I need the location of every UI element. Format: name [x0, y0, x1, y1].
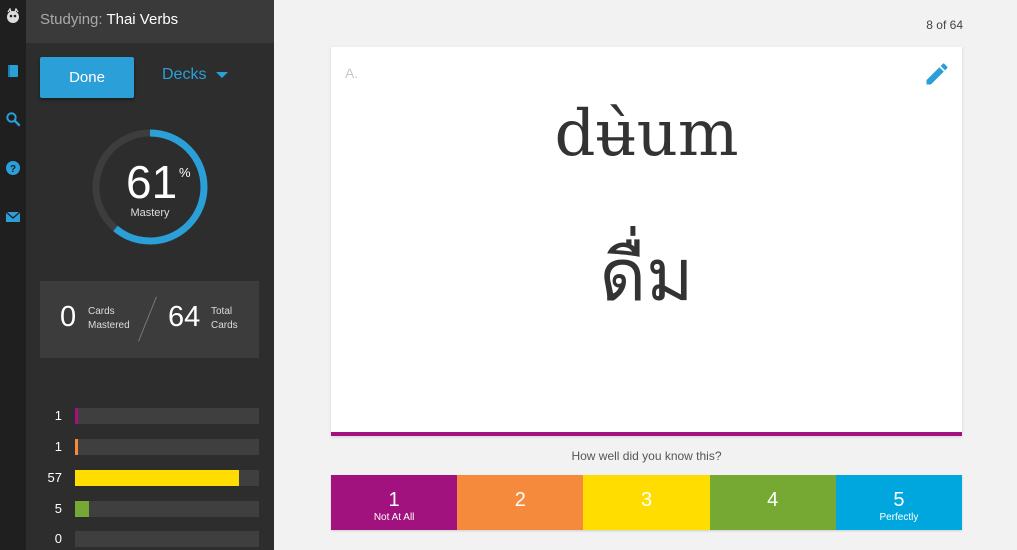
mastered-count: 0 — [60, 301, 77, 333]
total-label: Total Cards — [211, 305, 238, 333]
card-side-label: A. — [345, 65, 359, 81]
confidence-count: 1 — [54, 408, 62, 423]
rating-button-2[interactable]: 2 — [457, 475, 584, 530]
confidence-bar-row: 1 — [26, 439, 274, 455]
confidence-count: 57 — [47, 470, 62, 485]
icon-rail: ? — [0, 0, 26, 550]
confidence-track — [75, 470, 259, 486]
total-label-line1: Total — [211, 306, 233, 317]
card-transliteration: dʉ̀um — [554, 97, 739, 171]
confidence-fill — [75, 408, 79, 424]
flashcard[interactable]: A. dʉ̀um ดื่ม — [331, 47, 962, 436]
studying-label: Studying: — [40, 11, 103, 28]
rating-question: How well did you know this? — [571, 449, 722, 463]
confidence-count: 0 — [54, 531, 62, 546]
confidence-track — [75, 501, 259, 517]
rating-number: 4 — [767, 489, 779, 511]
rating-number: 5 — [893, 489, 905, 511]
rating-label: Not At All — [373, 512, 415, 523]
confidence-track — [75, 439, 259, 455]
decks-dropdown[interactable]: Decks — [162, 66, 229, 84]
decks-label: Decks — [162, 66, 207, 83]
logo-icon[interactable] — [3, 6, 23, 26]
confidence-bar-row: 5 — [26, 501, 274, 517]
pencil-icon[interactable] — [923, 60, 951, 88]
done-button[interactable]: Done — [40, 57, 134, 98]
confidence-bar-row: 57 — [26, 470, 274, 486]
confidence-fill — [75, 470, 239, 486]
card-counter: 8 of 64 — [926, 18, 963, 32]
confidence-bar-row: 0 — [26, 531, 274, 547]
confidence-track — [75, 531, 259, 547]
search-icon[interactable] — [3, 109, 23, 129]
sidebar-header: Studying: Thai Verbs — [26, 0, 274, 43]
mastery-percent: 61 — [126, 156, 178, 208]
mastery-percent-sign: % — [179, 165, 191, 180]
mastered-label: Cards Mastered — [88, 305, 130, 333]
rating-button-1[interactable]: 1 Not At All — [331, 475, 458, 530]
help-icon[interactable]: ? — [3, 158, 23, 178]
svg-text:?: ? — [10, 164, 16, 175]
studying-title: Studying: Thai Verbs — [40, 11, 178, 28]
card-stats: 0 Cards Mastered 64 Total Cards — [40, 281, 259, 358]
deck-name: Thai Verbs — [106, 11, 179, 28]
mastered-label-line2: Mastered — [88, 320, 130, 331]
book-icon[interactable] — [3, 61, 23, 81]
rating-buttons: 1 Not At All 2 3 4 5 Perfectly — [331, 475, 963, 530]
confidence-bar-row: 1 — [26, 408, 274, 424]
card-thai-word: ดื่ม — [599, 233, 694, 317]
confidence-track — [75, 408, 259, 424]
sidebar: Studying: Thai Verbs Done Decks 61 % Mas… — [26, 0, 274, 550]
rating-label: Perfectly — [879, 512, 919, 523]
chevron-down-icon — [216, 72, 229, 78]
rating-number: 3 — [640, 489, 653, 511]
mastered-label-line1: Cards — [88, 306, 115, 317]
mail-icon[interactable] — [3, 207, 23, 227]
confidence-fill — [75, 501, 90, 517]
stats-divider — [138, 296, 157, 342]
mastery-label: Mastery — [130, 207, 170, 219]
total-label-line2: Cards — [211, 320, 238, 331]
rating-number: 2 — [514, 489, 526, 511]
rating-number: 1 — [388, 489, 400, 511]
confidence-fill — [75, 439, 79, 455]
total-count: 64 — [168, 301, 201, 333]
rating-button-4[interactable]: 4 — [709, 475, 836, 530]
confidence-count: 5 — [54, 501, 62, 516]
rating-button-5[interactable]: 5 Perfectly — [835, 475, 963, 530]
confidence-count: 1 — [54, 439, 62, 454]
rating-button-3[interactable]: 3 — [583, 475, 710, 530]
